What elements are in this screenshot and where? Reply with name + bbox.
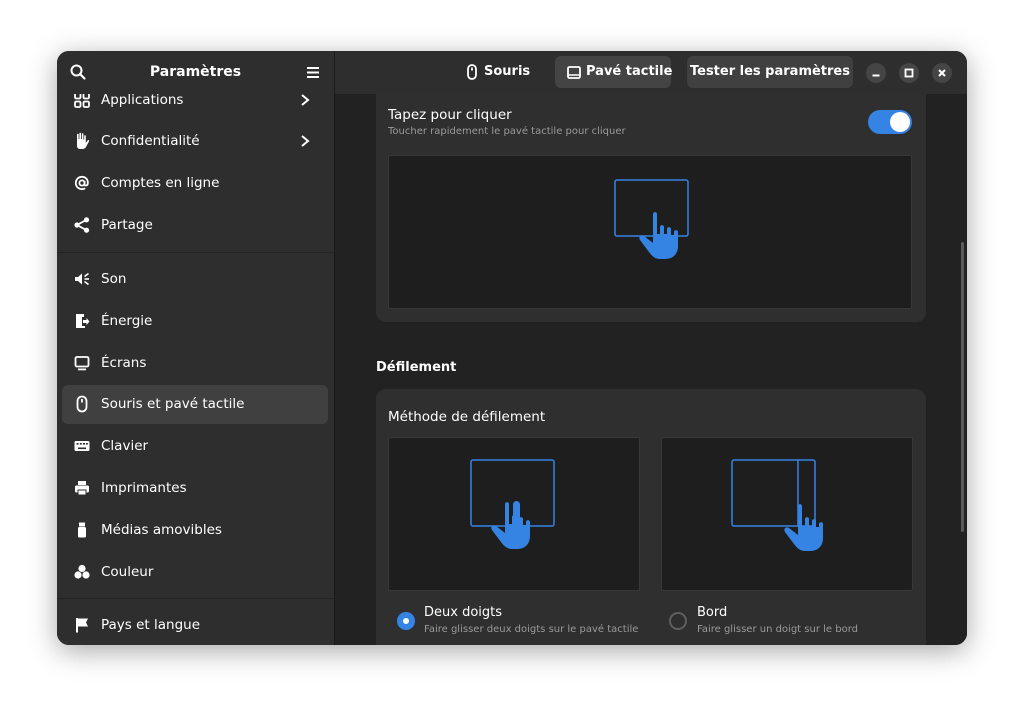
content-area: Tapez pour cliquer Toucher rapidement le… — [335, 94, 967, 645]
test-settings-label: Tester les paramètres — [689, 64, 850, 79]
sidebar-item-applications[interactable]: Applications — [62, 94, 328, 120]
at-icon — [74, 175, 89, 191]
tap-to-click-title: Tapez pour cliquer — [388, 107, 512, 123]
sidebar-item-power[interactable]: Énergie — [62, 302, 328, 341]
sidebar-item-online-accounts[interactable]: Comptes en ligne — [62, 164, 328, 203]
sidebar-item-label: Imprimantes — [101, 480, 187, 496]
speaker-icon — [75, 272, 89, 286]
sidebar-item-label: Comptes en ligne — [101, 175, 220, 191]
scrolling-section-title: Défilement — [376, 360, 457, 375]
two-finger-scroll-illustration — [470, 459, 555, 549]
sidebar-item-keyboard[interactable]: Clavier — [62, 427, 328, 466]
sidebar-item-label: Confidentialité — [101, 133, 200, 149]
mouse-icon — [76, 395, 88, 413]
sidebar-separator — [57, 252, 334, 253]
tab-label: Souris — [484, 64, 531, 79]
sidebar-item-label: Énergie — [101, 313, 153, 329]
apps-icon — [74, 94, 90, 108]
tap-to-click-subtitle: Toucher rapidement le pavé tactile pour … — [388, 126, 626, 137]
sidebar-header: Paramètres — [57, 51, 334, 94]
sidebar-separator — [57, 598, 334, 599]
two-finger-illustration[interactable] — [388, 437, 640, 591]
chevron-right-icon — [301, 94, 310, 106]
two-finger-subtitle: Faire glisser deux doigts sur le pavé ta… — [424, 624, 639, 635]
sidebar-item-mouse-touchpad[interactable]: Souris et pavé tactile — [62, 385, 328, 424]
tab-touchpad[interactable]: Pavé tactile — [555, 56, 673, 88]
tap-to-click-card: Tapez pour cliquer Toucher rapidement le… — [376, 94, 926, 322]
printer-icon — [75, 481, 89, 496]
maximize-button[interactable] — [899, 63, 919, 83]
sidebar-item-printers[interactable]: Imprimantes — [62, 469, 328, 508]
scroll-method-card: Méthode de défilement Deux doigts Faire … — [376, 389, 926, 645]
tab-label: Pavé tactile — [586, 64, 673, 79]
settings-window: Paramètres Applications Confidentialité … — [57, 51, 967, 645]
sidebar-item-label: Souris et pavé tactile — [101, 396, 245, 412]
share-icon — [74, 217, 90, 233]
minimize-icon — [872, 74, 880, 77]
usb-icon — [78, 522, 86, 538]
hamburger-icon — [307, 67, 319, 78]
sidebar-item-label: Partage — [101, 217, 153, 233]
main-menu-button[interactable] — [298, 57, 328, 87]
two-finger-radio[interactable] — [397, 612, 415, 630]
battery-icon — [76, 314, 90, 328]
sidebar-item-region-language[interactable]: Pays et langue — [62, 606, 328, 645]
sidebar-list: Applications Confidentialité Comptes en … — [57, 94, 334, 645]
touchpad-tap-illustration — [614, 179, 689, 259]
sidebar-item-label: Son — [101, 271, 127, 287]
close-button[interactable] — [932, 63, 952, 83]
hand-icon — [77, 132, 90, 149]
flag-icon — [76, 618, 88, 633]
display-icon — [74, 356, 90, 371]
sidebar-item-label: Pays et langue — [101, 617, 201, 633]
maximize-icon — [904, 68, 914, 78]
edge-subtitle: Faire glisser un doigt sur le bord — [697, 624, 858, 635]
scroll-method-title: Méthode de défilement — [388, 409, 546, 425]
two-finger-title: Deux doigts — [424, 605, 503, 620]
minimize-button[interactable] — [866, 63, 886, 83]
edge-title: Bord — [697, 605, 728, 620]
sidebar-item-label: Applications — [101, 94, 184, 108]
switch-knob — [890, 112, 910, 132]
keyboard-icon — [74, 441, 90, 451]
tap-to-click-illustration — [388, 155, 912, 309]
sidebar-item-privacy[interactable]: Confidentialité — [62, 122, 328, 161]
app-title: Paramètres — [149, 64, 242, 80]
color-icon — [74, 564, 90, 579]
edge-scroll-illustration[interactable] — [661, 437, 913, 591]
mouse-icon — [467, 64, 477, 80]
sidebar-item-label: Écrans — [101, 355, 147, 371]
edge-radio[interactable] — [669, 612, 687, 630]
content-scrollbar[interactable] — [961, 242, 964, 532]
tap-to-click-switch[interactable] — [868, 110, 912, 134]
test-settings-button[interactable]: Tester les paramètres — [687, 56, 853, 88]
sidebar-item-label: Médias amovibles — [101, 522, 222, 538]
chevron-right-icon — [301, 135, 310, 147]
sidebar-item-sound[interactable]: Son — [62, 260, 328, 299]
tab-mouse[interactable]: Souris — [453, 56, 537, 88]
edge-scroll-illustration-graphic — [731, 459, 823, 551]
sidebar-item-label: Couleur — [101, 564, 154, 580]
sidebar: Paramètres Applications Confidentialité … — [57, 51, 335, 645]
touchpad-icon — [567, 66, 581, 79]
sidebar-item-removable-media[interactable]: Médias amovibles — [62, 511, 328, 550]
header-bar: Souris Pavé tactile Tester les paramètre… — [335, 51, 967, 94]
sidebar-item-color[interactable]: Couleur — [62, 553, 328, 592]
sidebar-item-label: Clavier — [101, 438, 149, 454]
sidebar-item-displays[interactable]: Écrans — [62, 344, 328, 383]
sidebar-item-sharing[interactable]: Partage — [62, 206, 328, 245]
main-panel: Souris Pavé tactile Tester les paramètre… — [335, 51, 967, 645]
close-icon — [938, 69, 946, 77]
